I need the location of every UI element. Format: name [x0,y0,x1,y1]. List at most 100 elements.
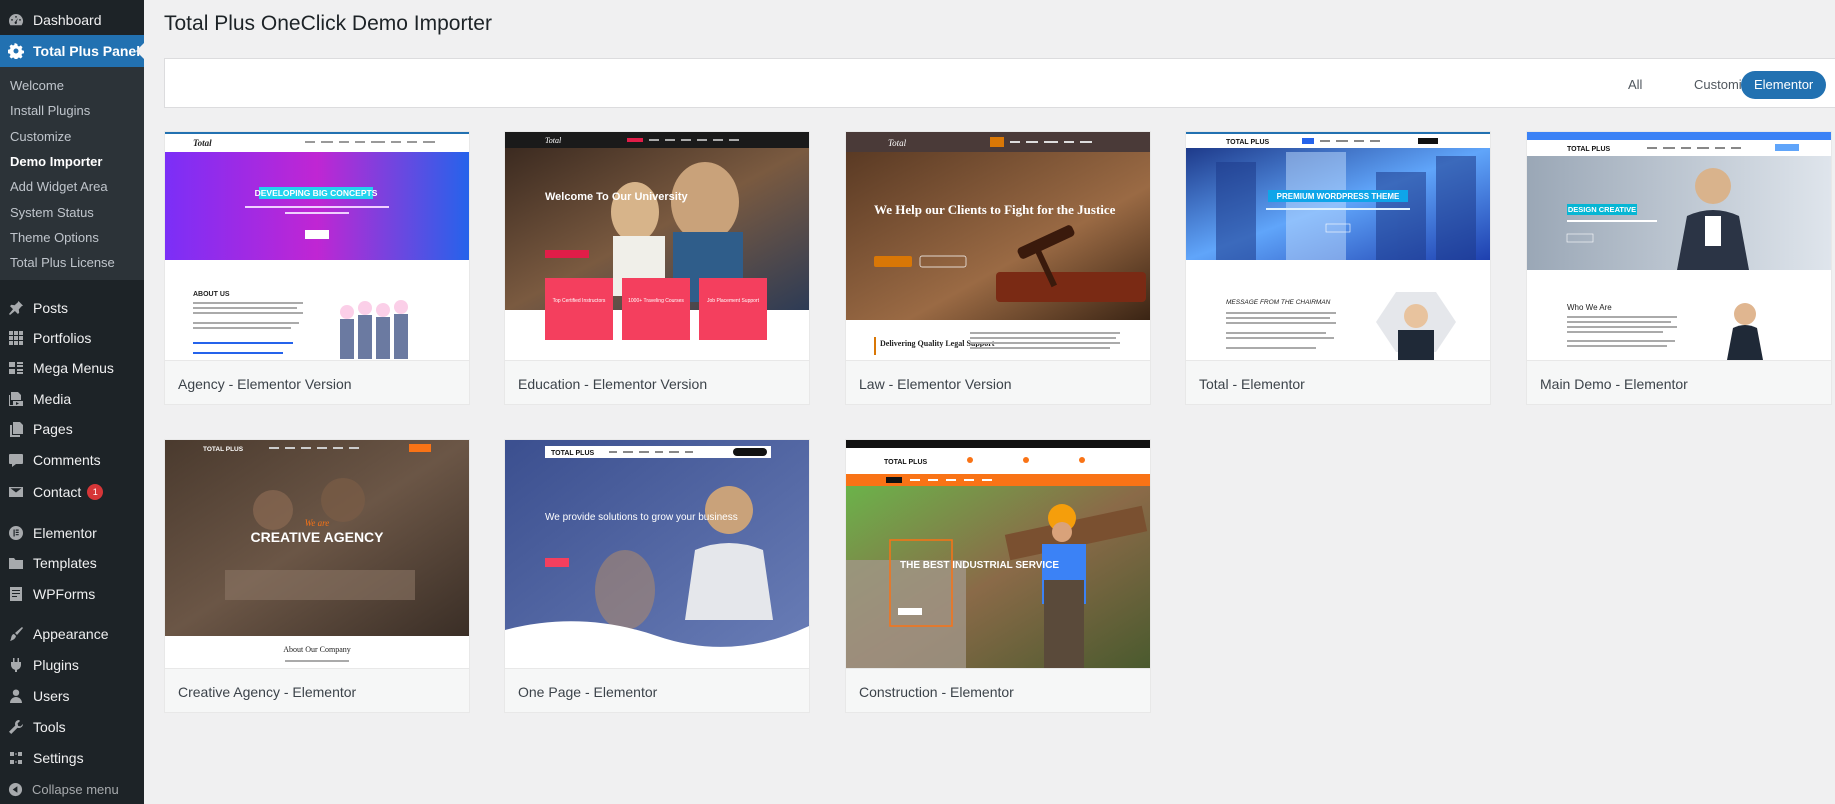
preview-hero-text: We Help our Clients to Fight for the Jus… [874,202,1116,217]
filter-elementor-button[interactable]: Elementor [1741,71,1827,99]
sidebar-item-elementor[interactable]: Elementor [0,517,144,549]
sidebar-item-mega-menus[interactable]: Mega Menus [0,352,144,384]
page-title: Total Plus OneClick Demo Importer [164,12,492,35]
sidebar-item-label: Portfolios [33,330,92,346]
sidebar-item-media[interactable]: Media [0,383,144,415]
demo-card-agency[interactable]: Total DEVELOPING BIG CONCEPTS ABOUT US A… [164,131,470,405]
total-plus-submenu: Welcome Install Plugins Customize Demo I… [0,67,144,280]
elementor-icon [9,526,23,540]
demo-thumbnail[interactable]: Total DEVELOPING BIG CONCEPTS ABOUT US [165,132,469,360]
sidebar-item-label: Contact [33,484,82,500]
sidebar-item-settings[interactable]: Settings [0,742,144,774]
submenu-item-add-widget-area[interactable]: Add Widget Area [10,179,108,194]
settings-icon [10,752,22,764]
brush-icon [10,627,23,641]
preview-feature: Job Placement Support [707,298,760,304]
preview-section-title: MESSAGE FROM THE CHAIRMAN [1226,299,1331,306]
demo-card-main-demo[interactable]: TOTAL PLUS DESIGN CREATIVE Who We Are Ma… [1526,131,1832,405]
filter-all-button[interactable]: All [1615,71,1655,99]
preview-section-title: ABOUT US [193,291,230,298]
sidebar-item-posts[interactable]: Posts [0,292,144,324]
sidebar-item-portfolios[interactable]: Portfolios [0,322,144,354]
plug-icon [10,658,21,672]
submenu-item-system-status[interactable]: System Status [10,205,94,220]
demo-card-education[interactable]: Total Welcome To Our University Top Cert… [504,131,810,405]
sidebar-item-pages[interactable]: Pages [0,413,144,445]
sidebar-item-appearance[interactable]: Appearance [0,618,144,650]
demo-title: Creative Agency - Elementor [178,684,357,700]
sidebar-item-tools[interactable]: Tools [0,711,144,743]
demo-card-total[interactable]: TOTAL PLUS PREMIUM WORDPRESS THEME MESSA… [1185,131,1491,405]
user-icon [10,689,22,703]
card-footer: One Page - Elementor [505,668,809,712]
collapse-menu-label: Collapse menu [32,781,119,797]
preview-brand: Total [193,138,212,148]
preview-hero-text: DEVELOPING BIG CONCEPTS [255,188,378,198]
sidebar-item-label: Elementor [33,525,97,541]
demo-card-creative-agency[interactable]: TOTAL PLUS We are CREATIVE AGENCY About … [164,439,470,713]
sidebar-item-label: WPForms [33,586,96,602]
preview-hero-text: DESIGN CREATIVE [1568,205,1636,214]
preview-section-title: Who We Are [1567,303,1612,312]
submenu-item-demo-importer[interactable]: Demo Importer [10,154,102,169]
menu-grid-icon [9,362,23,374]
pages-icon [10,422,23,437]
demo-title: One Page - Elementor [518,684,658,700]
submenu-item-theme-options[interactable]: Theme Options [10,230,99,245]
demo-thumbnail[interactable]: TOTAL PLUS PREMIUM WORDPRESS THEME MESSA… [1186,132,1490,360]
mail-icon [9,487,23,497]
demo-title: Construction - Elementor [859,684,1014,700]
sidebar-item-label: Pages [33,421,73,437]
card-footer: Construction - Elementor [846,668,1150,712]
sidebar-item-total-plus-panel[interactable]: Total Plus Panel [0,35,144,67]
preview-hero-text: THE BEST INDUSTRIAL SERVICE [900,560,1059,571]
preview-hero-text: Welcome To Our University [545,191,689,203]
demo-thumbnail[interactable]: TOTAL PLUS We provide solutions to grow … [505,440,809,668]
notification-badge: 1 [87,484,104,500]
submenu-item-customize[interactable]: Customize [10,129,71,144]
demo-card-one-page[interactable]: TOTAL PLUS We provide solutions to grow … [504,439,810,713]
submenu-item-install-plugins[interactable]: Install Plugins [10,103,90,118]
dashboard-icon [9,14,23,26]
demo-title: Education - Elementor Version [518,376,708,392]
demo-title: Main Demo - Elementor [1540,376,1688,392]
preview-brand: Total [888,138,907,148]
sidebar-item-dashboard[interactable]: Dashboard [0,4,144,36]
sidebar-item-label: Dashboard [33,12,102,28]
collapse-arrow-icon [8,782,23,796]
preview-brand: TOTAL PLUS [884,459,928,466]
sidebar-item-plugins[interactable]: Plugins [0,649,144,681]
demo-thumbnail[interactable]: Total Welcome To Our University Top Cert… [505,132,809,360]
demo-card-law[interactable]: Total We Help our Clients to Fight for t… [845,131,1151,405]
demo-thumbnail[interactable]: Total We Help our Clients to Fight for t… [846,132,1150,360]
preview-brand: TOTAL PLUS [1567,146,1611,153]
sidebar-item-comments[interactable]: Comments [0,444,144,476]
sidebar-item-contact[interactable]: Contact 1 [0,476,144,508]
submenu-item-welcome[interactable]: Welcome [10,78,64,93]
demo-title: Total - Elementor [1199,376,1305,392]
demo-thumbnail[interactable]: TOTAL PLUS We are CREATIVE AGENCY About … [165,440,469,668]
preview-hero-text: PREMIUM WORDPRESS THEME [1277,192,1400,201]
sidebar-item-label: Settings [33,750,84,766]
grid-icon [9,331,23,345]
collapse-menu-button[interactable]: Collapse menu [0,773,144,804]
sidebar-item-wpforms[interactable]: WPForms [0,578,144,610]
media-icon [9,392,23,406]
wrench-icon [9,720,23,734]
submenu-item-total-plus-license[interactable]: Total Plus License [10,255,115,270]
sidebar-item-label: Total Plus Panel [33,43,141,59]
preview-feature: Top Certified Instructors [553,298,606,304]
card-footer: Education - Elementor Version [505,360,809,404]
sidebar-item-label: Media [33,391,72,407]
sidebar-item-label: Posts [33,300,69,316]
card-footer: Main Demo - Elementor [1527,360,1831,404]
sidebar-item-users[interactable]: Users [0,680,144,712]
demo-thumbnail[interactable]: TOTAL PLUS THE BEST INDUSTRIAL SERVICE [846,440,1150,668]
sidebar-item-label: Appearance [33,626,109,642]
preview-feature: 1000+ Traveling Courses [628,298,684,304]
sidebar-item-templates[interactable]: Templates [0,547,144,579]
demo-thumbnail[interactable]: TOTAL PLUS DESIGN CREATIVE Who We Are [1527,132,1831,360]
demo-card-construction[interactable]: TOTAL PLUS THE BEST INDUSTRIAL SERVICE C… [845,439,1151,713]
sidebar-item-label: Users [33,688,70,704]
sidebar-item-label: Plugins [33,657,79,673]
